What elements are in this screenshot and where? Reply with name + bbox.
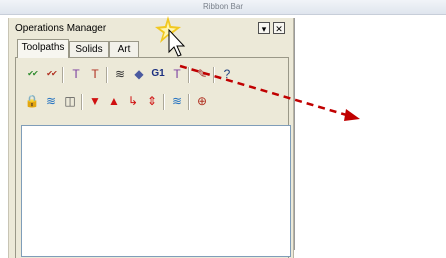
toggle-display-icon: ◫: [64, 94, 76, 108]
move-down-icon: ▼: [89, 94, 101, 108]
highfeed-button[interactable]: T: [168, 65, 186, 83]
toolbar-separator: [188, 94, 190, 110]
verify-icon: ◆: [134, 67, 144, 81]
highfeed-icon: T: [173, 67, 181, 81]
move-up-button[interactable]: ▲: [105, 92, 123, 110]
operations-tree[interactable]: [21, 125, 291, 257]
toolbar-separator: [81, 94, 83, 110]
single-visible-button[interactable]: ≋: [168, 92, 186, 110]
verify-button[interactable]: ◆: [130, 65, 148, 83]
panel-header[interactable]: Operations Manager ▾ ✕: [9, 18, 293, 38]
move-up-icon: ▲: [108, 94, 120, 108]
toggle-posting-button[interactable]: ≋: [42, 92, 60, 110]
panel-title: Operations Manager: [15, 23, 107, 34]
lock-button[interactable]: 🔒: [23, 92, 41, 110]
regenerate-selected-icon: T: [72, 67, 80, 81]
chevron-down-icon: ▾: [261, 24, 267, 34]
tab-art[interactable]: Art: [109, 41, 139, 57]
post-selected-button[interactable]: G1: [149, 65, 167, 83]
regenerate-selected-button[interactable]: T: [67, 65, 85, 83]
help-icon: ?: [223, 67, 231, 81]
operations-manager-panel: Operations Manager ▾ ✕ Toolpaths Solids …: [8, 18, 294, 258]
select-invalid-operations-icon: ✔✔: [46, 69, 57, 78]
toolbar-separator: [62, 67, 64, 83]
move-down-button[interactable]: ▼: [86, 92, 104, 110]
backplot-button[interactable]: ≋: [111, 65, 129, 83]
graphics-window[interactable]: [294, 18, 446, 250]
close-icon: ✕: [275, 24, 283, 34]
panel-close-button[interactable]: ✕: [273, 22, 285, 34]
lock-icon: 🔒: [24, 94, 40, 108]
insert-arrow-button[interactable]: ↳: [124, 92, 142, 110]
toggle-display-button[interactable]: ◫: [61, 92, 79, 110]
tab-label: Toolpaths: [21, 42, 65, 53]
select-all-operations-button[interactable]: ✔✔: [23, 65, 41, 83]
ribbon-bar-label: Ribbon Bar: [202, 2, 244, 11]
post-selected-icon: G1: [151, 68, 165, 79]
delete-operations-icon: ✎: [196, 67, 208, 81]
tab-solids[interactable]: Solids: [69, 41, 109, 57]
select-all-operations-icon: ✔✔: [27, 69, 38, 78]
display-options-icon: ⊕: [196, 94, 208, 108]
toolbar-separator: [213, 67, 215, 83]
tab-label: Art: [117, 44, 131, 55]
backplot-icon: ≋: [114, 67, 126, 81]
scroll-icon: ⇕: [146, 94, 158, 108]
single-visible-icon: ≋: [171, 94, 183, 108]
delete-operations-button[interactable]: ✎: [193, 65, 211, 83]
help-button[interactable]: ?: [218, 65, 236, 83]
toolbar-separator: [188, 67, 190, 83]
toolbar-separator: [106, 67, 108, 83]
tab-label: Solids: [75, 44, 103, 55]
regenerate-dirty-button[interactable]: T: [86, 65, 104, 83]
regenerate-dirty-icon: T: [91, 67, 99, 81]
toolbar-separator: [163, 94, 165, 110]
select-invalid-operations-button[interactable]: ✔✔: [42, 65, 60, 83]
scroll-button[interactable]: ⇕: [143, 92, 161, 110]
display-options-button[interactable]: ⊕: [193, 92, 211, 110]
tab-toolpaths[interactable]: Toolpaths: [17, 39, 69, 58]
toggle-posting-icon: ≋: [45, 94, 57, 108]
ribbon-bar: Ribbon Bar: [0, 0, 446, 15]
panel-dropdown-button[interactable]: ▾: [258, 22, 270, 34]
insert-arrow-icon: ↳: [127, 94, 139, 108]
